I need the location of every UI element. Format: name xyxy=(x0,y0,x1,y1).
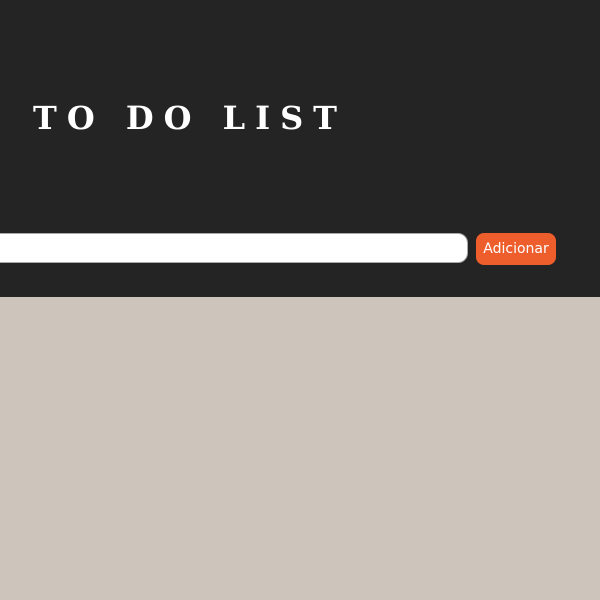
app-header: TO DO LIST Adicionar xyxy=(0,0,600,297)
page-title: TO DO LIST xyxy=(33,99,347,137)
add-task-button[interactable]: Adicionar xyxy=(476,233,556,265)
task-input[interactable] xyxy=(0,233,468,263)
task-list xyxy=(0,297,600,600)
